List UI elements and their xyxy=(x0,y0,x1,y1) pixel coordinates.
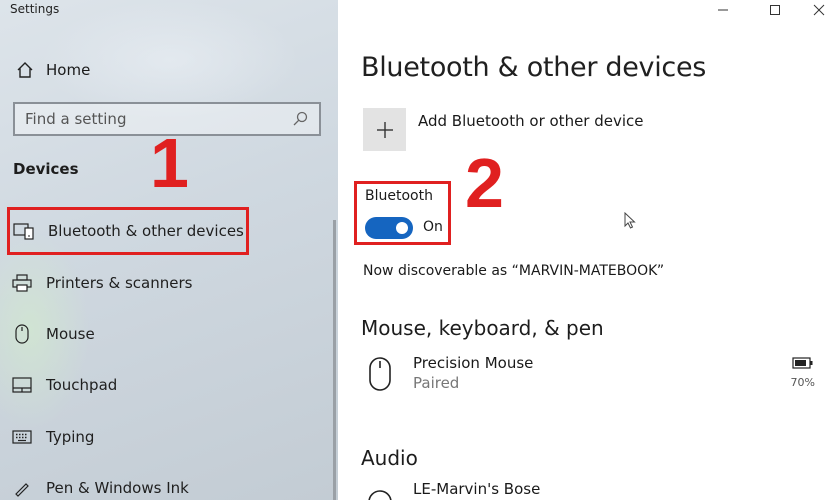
plus-icon xyxy=(363,108,406,151)
search-icon xyxy=(291,110,309,128)
device-item[interactable]: Precision Mouse Paired xyxy=(363,354,533,394)
sidebar-item-printers[interactable]: Printers & scanners xyxy=(10,268,192,298)
printer-icon xyxy=(10,272,34,294)
battery-indicator: 70% xyxy=(791,354,815,389)
sidebar-item-label: Typing xyxy=(46,428,95,446)
main-panel: Bluetooth & other devices Add Bluetooth … xyxy=(338,0,840,500)
bluetooth-label: Bluetooth xyxy=(365,188,433,204)
sidebar-scrollbar[interactable] xyxy=(333,220,336,500)
sidebar-item-label: Mouse xyxy=(46,325,95,343)
device-name: Precision Mouse xyxy=(413,354,534,372)
close-icon[interactable] xyxy=(796,0,840,20)
sidebar-item-label: Touchpad xyxy=(46,376,118,394)
bluetooth-highlight-box: Bluetooth On xyxy=(354,181,451,245)
annotation-marker-2: 2 xyxy=(465,144,504,222)
cursor-icon xyxy=(624,211,636,234)
battery-icon xyxy=(792,354,814,373)
sidebar-item-label: Pen & Windows Ink xyxy=(46,479,189,497)
sidebar-item-mouse[interactable]: Mouse xyxy=(10,319,95,349)
discoverable-text: Now discoverable as “MARVIN-MATEBOOK” xyxy=(363,263,665,279)
annotation-marker-1: 1 xyxy=(150,124,189,202)
sidebar-item-touchpad[interactable]: Touchpad xyxy=(10,370,117,400)
bluetooth-state: On xyxy=(423,219,443,235)
sidebar-item-bluetooth[interactable]: Bluetooth & other devices xyxy=(7,207,249,255)
battery-percent: 70% xyxy=(790,376,815,389)
minimize-icon[interactable] xyxy=(700,0,746,20)
bluetooth-devices-icon xyxy=(12,220,36,242)
maximize-icon[interactable] xyxy=(752,0,798,20)
sidebar: Settings Home Find a setting Devices 1 B… xyxy=(0,0,338,500)
section-title-mouse-keyboard-pen: Mouse, keyboard, & pen xyxy=(361,316,604,340)
bluetooth-toggle[interactable] xyxy=(365,217,413,239)
device-item[interactable]: LE-Marvin's Bose xyxy=(363,480,540,500)
section-title-devices: Devices xyxy=(13,160,79,178)
mouse-icon xyxy=(10,323,34,345)
mouse-icon xyxy=(363,354,397,394)
sidebar-item-label: Bluetooth & other devices xyxy=(48,222,244,240)
add-device-label: Add Bluetooth or other device xyxy=(418,112,644,130)
headphones-icon xyxy=(363,480,397,500)
device-status: Paired xyxy=(413,374,460,392)
page-title: Bluetooth & other devices xyxy=(361,52,707,83)
sidebar-item-pen[interactable]: Pen & Windows Ink xyxy=(10,473,189,500)
device-name: LE-Marvin's Bose xyxy=(413,480,541,498)
toggle-knob xyxy=(396,222,408,234)
section-title-audio: Audio xyxy=(361,446,418,470)
home-label: Home xyxy=(46,61,91,79)
sidebar-item-label: Printers & scanners xyxy=(46,274,193,292)
sidebar-item-typing[interactable]: Typing xyxy=(10,422,94,452)
home-icon xyxy=(14,59,36,81)
window-title: Settings xyxy=(10,2,60,16)
pen-icon xyxy=(10,477,34,499)
sidebar-item-home[interactable]: Home xyxy=(14,58,90,82)
keyboard-icon xyxy=(10,426,34,448)
touchpad-icon xyxy=(10,374,34,396)
